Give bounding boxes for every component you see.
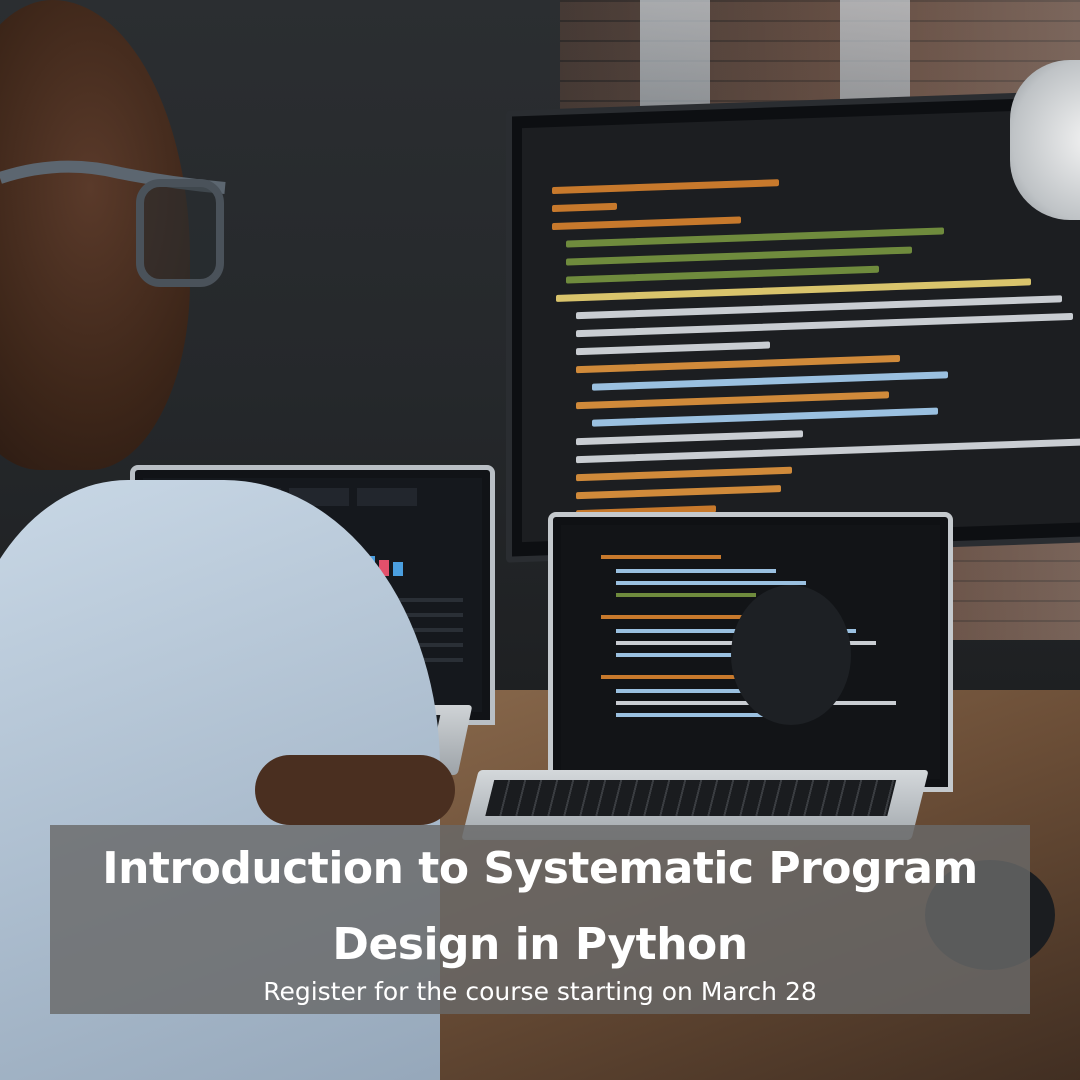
monitor <box>506 89 1080 563</box>
registration-subtitle: Register for the course starting on Marc… <box>263 977 817 1006</box>
person-hand <box>255 755 455 825</box>
title-line-2: Design in Python <box>332 919 748 970</box>
code-screen <box>561 525 940 779</box>
laptop-code <box>548 512 953 792</box>
title-banner: Introduction to Systematic Program Desig… <box>50 825 1030 1014</box>
code-listing <box>552 168 1080 529</box>
title-line-1: Introduction to Systematic Program <box>102 843 978 894</box>
glasses-icon <box>0 160 226 287</box>
course-title: Introduction to Systematic Program Desig… <box>50 831 1030 983</box>
code-graphic <box>601 555 896 725</box>
monitor-screen <box>522 107 1080 543</box>
